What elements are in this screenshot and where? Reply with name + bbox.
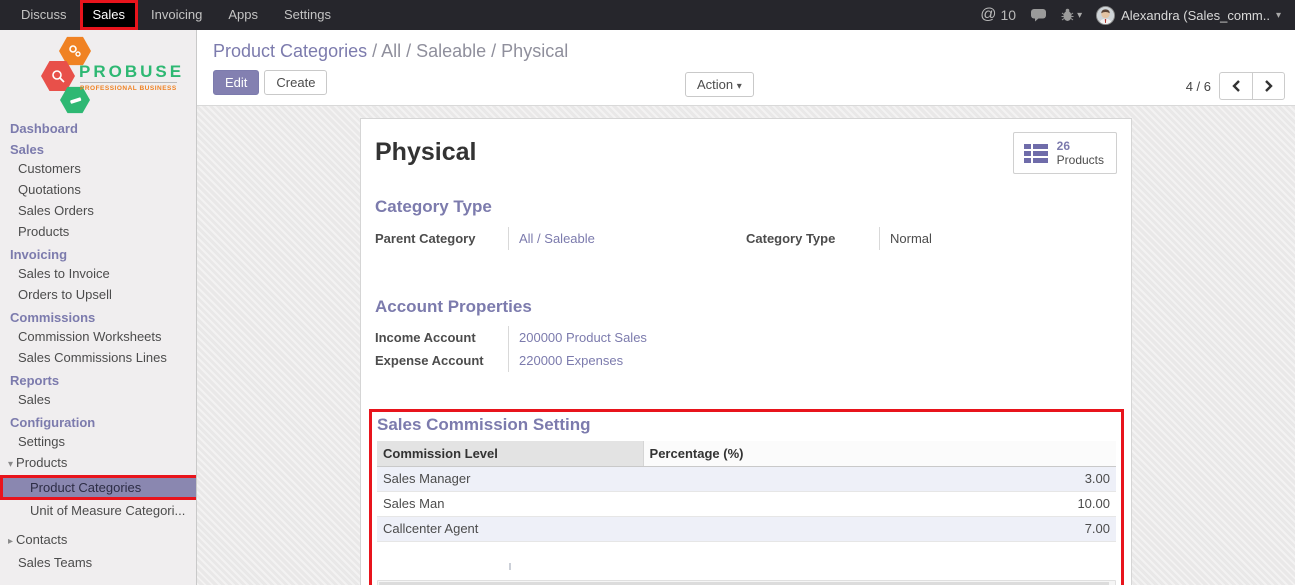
mention-count: 10 — [1001, 7, 1017, 23]
form-sheet: Physical 26 Products Category Type — [360, 118, 1132, 585]
debug-menu-button[interactable]: ▾ — [1061, 8, 1082, 22]
edit-button[interactable]: Edit — [213, 70, 259, 95]
chevron-left-icon — [1232, 80, 1241, 92]
breadcrumb-separator: / — [367, 41, 381, 61]
app-menu: Discuss Sales Invoicing Apps Settings — [0, 0, 344, 30]
pager-previous-button[interactable] — [1219, 72, 1252, 100]
sidebar-item-contacts[interactable]: ▸Contacts — [0, 529, 196, 552]
category-type-label: Category Type — [746, 227, 879, 250]
sidebar-item-sales-orders[interactable]: Sales Orders — [0, 200, 196, 221]
table-row[interactable]: Callcenter Agent 7.00 — [377, 516, 1116, 541]
bug-icon — [1061, 8, 1074, 22]
sidebar-item-reports-sales[interactable]: Sales — [0, 389, 196, 410]
breadcrumb-parent-link[interactable]: Product Categories — [213, 41, 367, 61]
commission-level-cell[interactable]: Callcenter Agent — [377, 516, 643, 541]
sidebar-item-sales-teams[interactable]: Sales Teams — [0, 552, 196, 573]
action-dropdown-button[interactable]: Action ▾ — [685, 72, 754, 97]
chevron-right-icon — [1264, 80, 1273, 92]
chevron-right-icon: ▸ — [8, 536, 13, 547]
income-account-value[interactable]: 200000 Product Sales — [508, 326, 746, 349]
create-button[interactable]: Create — [264, 70, 327, 95]
record-title: Physical — [375, 138, 476, 167]
pager-next-button[interactable] — [1252, 72, 1285, 100]
menu-sales-annotated[interactable]: Sales — [80, 0, 139, 30]
column-header-commission-level[interactable]: Commission Level — [377, 441, 643, 466]
table-row[interactable]: Sales Man 10.00 — [377, 491, 1116, 516]
user-menu[interactable]: Alexandra (Sales_comm.. ▾ — [1096, 6, 1281, 25]
menu-discuss[interactable]: Discuss — [8, 0, 80, 30]
sidebar-item-customers[interactable]: Customers — [0, 158, 196, 179]
messages-button[interactable] — [1030, 8, 1047, 22]
logo-title: PROBUSE — [79, 62, 184, 82]
sidebar-item-config-products[interactable]: ▾Products — [0, 452, 196, 475]
commission-level-cell[interactable]: Sales Man — [377, 491, 643, 516]
menu-invoicing[interactable]: Invoicing — [138, 0, 215, 30]
main-area: Product Categories / All / Saleable / Ph… — [197, 30, 1295, 585]
products-stat-button[interactable]: 26 Products — [1013, 132, 1117, 174]
percentage-cell[interactable]: 7.00 — [643, 516, 1116, 541]
chevron-down-icon: ▾ — [737, 81, 742, 92]
th-list-icon — [1024, 144, 1048, 163]
logo-subtitle: PROFESSIONAL BUSINESS — [80, 82, 177, 92]
percentage-cell[interactable]: 10.00 — [643, 491, 1116, 516]
sidebar-heading-invoicing[interactable]: Invoicing — [0, 247, 196, 263]
sidebar-heading-commissions[interactable]: Commissions — [0, 310, 196, 326]
sidebar-item-dashboard[interactable]: Dashboard — [0, 121, 196, 137]
horizontal-scrollbar[interactable] — [377, 580, 1116, 585]
commission-table: Commission Level Percentage (%) Sales Ma… — [377, 441, 1116, 542]
table-row[interactable]: Sales Manager 3.00 — [377, 466, 1116, 491]
probuse-logo: PROBUSE PROFESSIONAL BUSINESS — [0, 30, 196, 116]
pager-value: 4 / 6 — [1186, 79, 1211, 94]
section-heading-category-type: Category Type — [375, 197, 1117, 217]
sidebar-heading-reports[interactable]: Reports — [0, 373, 196, 389]
sidebar-item-commission-worksheets[interactable]: Commission Worksheets — [0, 326, 196, 347]
parent-category-label: Parent Category — [375, 227, 508, 250]
sidebar-item-settings[interactable]: Settings — [0, 431, 196, 452]
category-type-value: Normal — [879, 227, 1117, 250]
sidebar-item-uom-categories[interactable]: Unit of Measure Categori... — [0, 500, 196, 521]
topbar: Discuss Sales Invoicing Apps Settings @ … — [0, 0, 1295, 30]
control-panel: Product Categories / All / Saleable / Ph… — [197, 30, 1295, 106]
sidebar-item-sales-to-invoice[interactable]: Sales to Invoice — [0, 263, 196, 284]
annotation-box-commission-section: Sales Commission Setting Commission Leve… — [369, 409, 1124, 585]
section-heading-account-properties: Account Properties — [375, 297, 1117, 317]
breadcrumb-current: All / Saleable / Physical — [381, 41, 568, 61]
user-caret-icon: ▾ — [1276, 10, 1281, 21]
stray-mark — [509, 563, 511, 570]
column-header-percentage[interactable]: Percentage (%) — [643, 441, 1116, 466]
sidebar-item-product-categories-annotated[interactable]: Product Categories — [0, 475, 197, 500]
expense-account-label: Expense Account — [375, 349, 508, 372]
mentions-counter[interactable]: @ 10 — [980, 6, 1016, 24]
user-name: Alexandra (Sales_comm.. — [1121, 8, 1270, 23]
expense-account-value[interactable]: 220000 Expenses — [508, 349, 746, 372]
parent-category-value[interactable]: All / Saleable — [508, 227, 746, 250]
form-view-background: Physical 26 Products Category Type — [197, 106, 1295, 585]
chevron-down-icon: ▾ — [8, 459, 13, 470]
menu-settings[interactable]: Settings — [271, 0, 344, 30]
sidebar-item-orders-to-upsell[interactable]: Orders to Upsell — [0, 284, 196, 305]
section-heading-sales-commission: Sales Commission Setting — [377, 415, 1116, 435]
sidebar-item-quotations[interactable]: Quotations — [0, 179, 196, 200]
at-mention-icon: @ — [980, 6, 996, 24]
products-label: Products — [1057, 153, 1104, 167]
pager: 4 / 6 — [1186, 72, 1285, 100]
debug-caret-icon: ▾ — [1077, 10, 1082, 21]
commission-level-cell[interactable]: Sales Manager — [377, 466, 643, 491]
breadcrumb: Product Categories / All / Saleable / Ph… — [213, 39, 1295, 63]
sidebar: PROBUSE PROFESSIONAL BUSINESS Dashboard … — [0, 30, 197, 585]
topbar-status: @ 10 ▾ — [980, 0, 1295, 30]
menu-apps[interactable]: Apps — [215, 0, 271, 30]
chat-bubble-icon — [1030, 8, 1047, 22]
percentage-cell[interactable]: 3.00 — [643, 466, 1116, 491]
sidebar-item-sales-commissions-lines[interactable]: Sales Commissions Lines — [0, 347, 196, 368]
sidebar-item-products[interactable]: Products — [0, 221, 196, 242]
sidebar-heading-configuration[interactable]: Configuration — [0, 415, 196, 431]
sidebar-heading-sales[interactable]: Sales — [0, 142, 196, 158]
products-count: 26 — [1057, 139, 1104, 153]
income-account-label: Income Account — [375, 326, 508, 349]
avatar — [1096, 6, 1115, 25]
